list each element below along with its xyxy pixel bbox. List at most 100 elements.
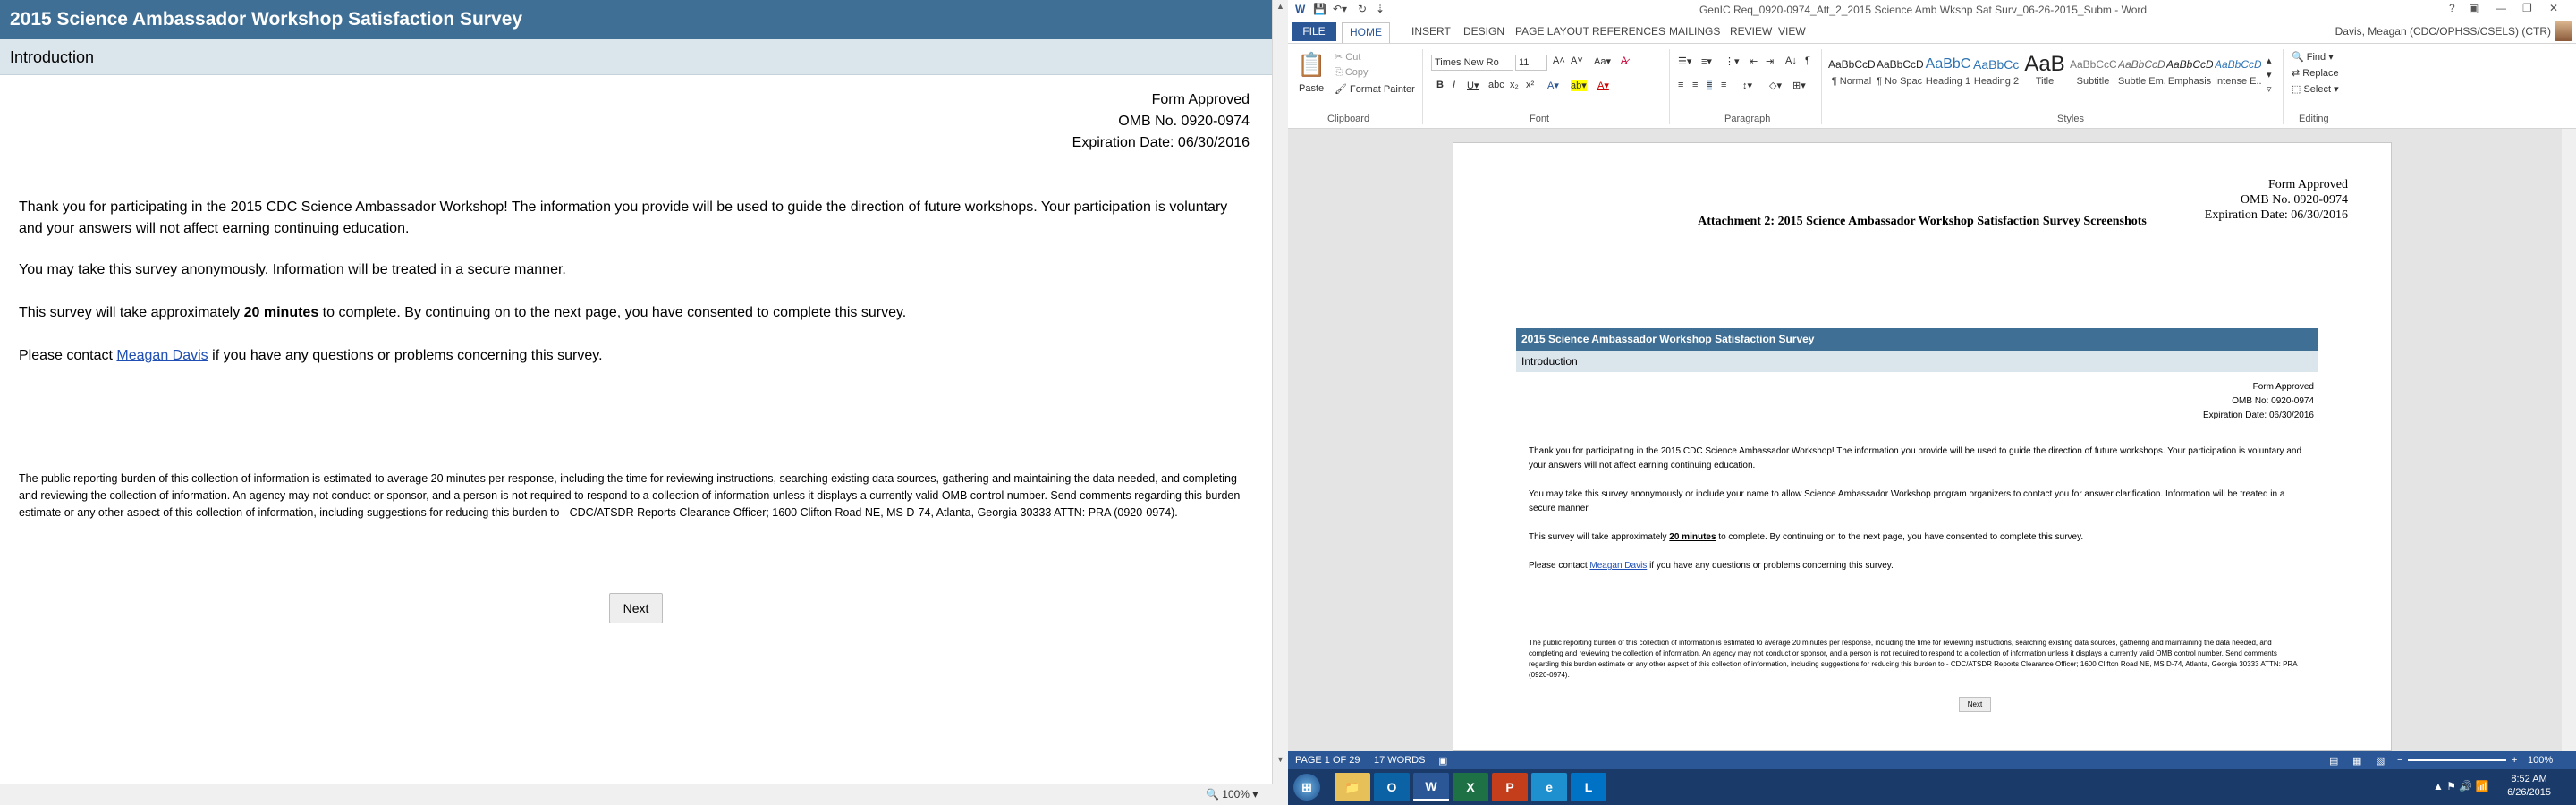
copy-button[interactable]: ⎘ Copy <box>1335 67 1368 79</box>
tab-mailings[interactable]: MAILINGS <box>1669 25 1720 38</box>
sort-icon[interactable]: A↓ <box>1785 55 1797 66</box>
style-subtle-emphasis[interactable]: AaBbCcDc Subtle Em... <box>2118 53 2165 97</box>
start-button-icon[interactable]: ⊞ <box>1293 774 1320 801</box>
tab-design[interactable]: DESIGN <box>1463 25 1504 38</box>
scroll-down-icon[interactable]: ▼ <box>1276 755 1284 764</box>
zoom-control[interactable]: 🔍 100% ▾ <box>1206 788 1258 801</box>
increase-indent-icon[interactable]: ⇥ <box>1766 55 1774 67</box>
tab-page-layout[interactable]: PAGE LAYOUT <box>1515 25 1589 38</box>
excel-icon[interactable]: X <box>1453 773 1488 801</box>
font-size-select[interactable]: 11 <box>1515 55 1547 71</box>
document-scrollbar[interactable] <box>2562 129 2576 751</box>
web-layout-icon[interactable]: ▧ <box>2376 755 2385 767</box>
find-button[interactable]: 🔍 Find ▾ <box>2292 51 2334 63</box>
text-effects-icon[interactable]: A▾ <box>1547 80 1559 91</box>
document-page[interactable]: Form Approved OMB No. 0920-0974 Expirati… <box>1453 142 2392 751</box>
find-label: Find <box>2306 52 2326 63</box>
file-explorer-icon[interactable]: 📁 <box>1335 773 1370 801</box>
zoom-level[interactable]: 100% <box>2528 755 2553 766</box>
vertical-scrollbar[interactable]: ▲ ▼ <box>1272 0 1288 784</box>
tab-view[interactable]: VIEW <box>1778 25 1806 38</box>
highlight-icon[interactable]: ab▾ <box>1571 80 1587 91</box>
show-formatting-icon[interactable]: ¶ <box>1805 55 1810 66</box>
ribbon-display-icon[interactable]: ▣ <box>2469 2 2479 14</box>
select-button[interactable]: ⬚ Select ▾ <box>2292 83 2339 95</box>
bold-icon[interactable]: B <box>1436 80 1444 90</box>
read-mode-icon[interactable]: ▤ <box>2329 755 2338 767</box>
close-icon[interactable]: ✕ <box>2549 2 2558 14</box>
line-spacing-icon[interactable]: ↕▾ <box>1742 80 1752 91</box>
italic-icon[interactable]: I <box>1453 80 1455 90</box>
paste-icon[interactable]: 📋 <box>1297 51 1326 79</box>
styles-scroll-up-icon[interactable]: ▴ <box>2267 55 2272 66</box>
decrease-indent-icon[interactable]: ⇤ <box>1750 55 1758 67</box>
lync-icon[interactable]: L <box>1571 773 1606 801</box>
bullets-icon[interactable]: ☰▾ <box>1678 55 1691 67</box>
system-clock[interactable]: 8:52 AM 6/26/2015 <box>2507 773 2551 800</box>
save-icon[interactable]: 💾 <box>1313 3 1326 15</box>
proofing-icon[interactable]: ▣ <box>1438 755 1447 767</box>
avatar[interactable] <box>2555 21 2572 41</box>
style-heading-2[interactable]: AaBbCcI Heading 2 <box>1973 53 2020 97</box>
powerpoint-icon[interactable]: P <box>1492 773 1528 801</box>
redo-icon[interactable]: ↻ <box>1358 3 1367 15</box>
underline-icon[interactable]: U▾ <box>1467 80 1479 91</box>
multilevel-list-icon[interactable]: ⋮▾ <box>1724 55 1740 67</box>
outlook-icon[interactable]: O <box>1374 773 1410 801</box>
tray-icons[interactable]: ▲ ⚑ 🔊 📶 <box>2433 780 2489 792</box>
customize-icon[interactable]: ⇣ <box>1376 3 1385 15</box>
style-intense-emphasis[interactable]: AaBbCcDc Intense E... <box>2215 53 2261 97</box>
restore-icon[interactable]: ❐ <box>2522 2 2532 14</box>
undo-icon[interactable]: ↶▾ <box>1333 3 1347 15</box>
borders-icon[interactable]: ⊞▾ <box>1792 80 1806 91</box>
font-name-select[interactable]: Times New Ro <box>1431 55 1513 71</box>
grow-font-icon[interactable]: A˄ <box>1553 55 1565 66</box>
help-icon[interactable]: ? <box>2449 2 2455 14</box>
align-left-icon[interactable]: ≡ <box>1678 80 1683 90</box>
signed-in-user[interactable]: Davis, Meagan (CDC/OPHSS/CSELS) (CTR) <box>2335 25 2551 38</box>
replace-button[interactable]: ⇄ Replace <box>2292 67 2339 79</box>
scroll-up-icon[interactable]: ▲ <box>1276 2 1284 11</box>
style-normal[interactable]: AaBbCcDc ¶ Normal <box>1828 53 1875 97</box>
tab-insert[interactable]: INSERT <box>1411 25 1451 38</box>
styles-scroll-down-icon[interactable]: ▾ <box>2267 69 2272 80</box>
word-taskbar-icon[interactable]: W <box>1413 773 1449 801</box>
superscript-icon[interactable]: x² <box>1526 80 1534 90</box>
clear-formatting-icon[interactable]: A̷ <box>1621 55 1627 66</box>
style-heading-1[interactable]: AaBbC Heading 1 <box>1925 53 1971 97</box>
format-painter-button[interactable]: 🖌 Format Painter <box>1335 83 1415 95</box>
print-layout-icon[interactable]: ▦ <box>2352 755 2361 767</box>
next-button[interactable]: Next <box>609 593 663 623</box>
tab-references[interactable]: REFERENCES <box>1592 25 1665 38</box>
font-color-icon[interactable]: A▾ <box>1597 80 1609 91</box>
paragraph-group-label: Paragraph <box>1724 114 1771 124</box>
tab-review[interactable]: REVIEW <box>1730 25 1772 38</box>
zoom-in-icon[interactable]: + <box>2512 755 2517 766</box>
shading-icon[interactable]: ◇▾ <box>1769 80 1782 91</box>
zoom-slider[interactable] <box>2408 759 2506 761</box>
cut-button[interactable]: ✂ Cut <box>1335 51 1360 63</box>
paste-button[interactable]: Paste <box>1299 83 1324 94</box>
styles-more-icon[interactable]: ▿ <box>2267 83 2272 95</box>
justify-icon[interactable]: ≡ <box>1721 80 1726 90</box>
style-subtitle[interactable]: AaBbCcC Subtitle <box>2070 53 2116 97</box>
zoom-out-icon[interactable]: − <box>2397 755 2402 766</box>
subscript-icon[interactable]: x₂ <box>1510 80 1519 90</box>
shot-contact-link[interactable]: Meagan Davis <box>1589 561 1647 571</box>
tab-home[interactable]: HOME <box>1342 22 1390 43</box>
tab-file[interactable]: FILE <box>1292 22 1336 41</box>
word-count[interactable]: 17 WORDS <box>1374 755 1425 766</box>
style-emphasis[interactable]: AaBbCcDc Emphasis <box>2166 53 2213 97</box>
page-count[interactable]: PAGE 1 OF 29 <box>1295 755 1360 766</box>
contact-link[interactable]: Meagan Davis <box>116 348 208 363</box>
numbering-icon[interactable]: ≡▾ <box>1701 55 1712 67</box>
style-title[interactable]: AaB Title <box>2021 53 2068 97</box>
style-no-spacing[interactable]: AaBbCcDc ¶ No Spac... <box>1877 53 1923 97</box>
align-center-icon[interactable]: ≡ <box>1692 80 1698 90</box>
shrink-font-icon[interactable]: A˅ <box>1571 55 1583 66</box>
strikethrough-icon[interactable]: abc <box>1488 80 1504 90</box>
minimize-icon[interactable]: — <box>2496 2 2506 14</box>
internet-explorer-icon[interactable]: e <box>1531 773 1567 801</box>
align-right-icon[interactable]: ≡ <box>1707 80 1713 90</box>
change-case-icon[interactable]: Aa▾ <box>1594 55 1611 67</box>
